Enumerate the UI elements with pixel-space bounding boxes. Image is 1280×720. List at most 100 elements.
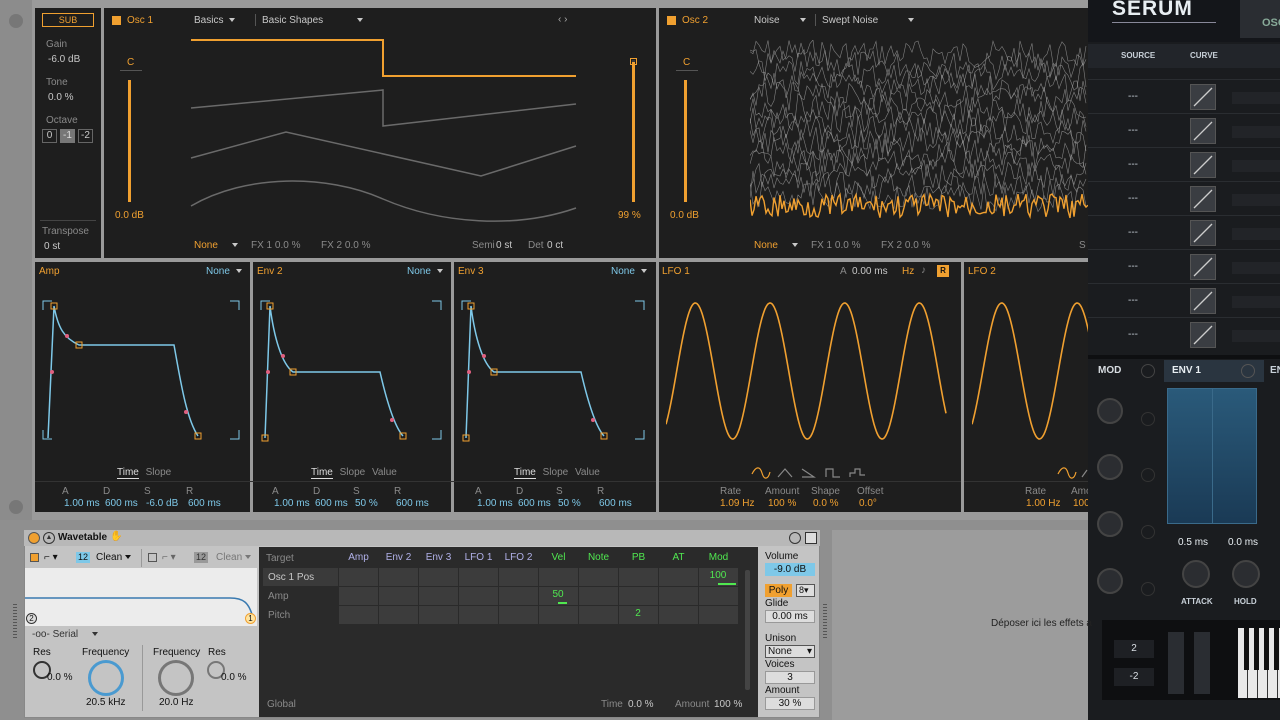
amp-r-value[interactable]: 600 ms xyxy=(188,498,221,509)
matrix-cell[interactable] xyxy=(419,587,458,605)
serum-osc-tab[interactable]: OSC xyxy=(1240,0,1280,38)
serum-mod-slot[interactable]: --- xyxy=(1088,79,1280,113)
matrix-value-osc1pos-mod[interactable]: 100 xyxy=(700,570,736,581)
lfo2-rate-value[interactable]: 1.00 Hz xyxy=(1026,498,1060,509)
osc1-wavetable-dropdown[interactable]: Basic Shapes xyxy=(262,15,364,26)
triangle-shape-icon[interactable] xyxy=(1081,469,1088,478)
matrix-cell[interactable] xyxy=(339,606,378,624)
filter-routing-dropdown[interactable]: -oo- Serial xyxy=(32,629,99,640)
matrix-cell[interactable] xyxy=(459,587,498,605)
osc2-category-dropdown[interactable]: Noise xyxy=(754,15,806,26)
lfo1-waveform-display[interactable] xyxy=(666,296,954,446)
unison-dropdown[interactable]: None ▾ xyxy=(765,645,815,658)
matrix-cell[interactable] xyxy=(379,606,418,624)
voices-value[interactable]: 3 xyxy=(765,671,815,684)
matrix-cell[interactable] xyxy=(539,568,578,586)
lfo1-shape-selector[interactable] xyxy=(750,466,868,480)
tab-slope[interactable]: Slope xyxy=(340,467,366,478)
mod-slot-amount[interactable] xyxy=(1232,160,1280,172)
curve-icon[interactable] xyxy=(1190,288,1216,314)
osc1-category-dropdown[interactable]: Basics xyxy=(194,15,236,26)
octave-minus1-button[interactable]: -1 xyxy=(60,129,75,143)
osc2-wavetable-dropdown[interactable]: Swept Noise xyxy=(822,15,915,26)
matrix-value-pitch-pb[interactable]: 2 xyxy=(620,608,656,619)
osc1-fx1[interactable]: FX 1 0.0 % xyxy=(251,240,300,251)
env-slope-handle[interactable] xyxy=(591,418,595,422)
glide-value[interactable]: 0.00 ms xyxy=(765,610,815,623)
osc2-fx2[interactable]: FX 2 0.0 % xyxy=(881,240,930,251)
device-fold-icon[interactable]: ▲ xyxy=(43,532,55,544)
osc1-mod-source-dropdown[interactable]: None xyxy=(194,240,238,251)
tone-value[interactable]: 0.0 % xyxy=(48,92,74,103)
matrix-cell[interactable] xyxy=(459,606,498,624)
env3-d-value[interactable]: 600 ms xyxy=(518,498,551,509)
env2-display[interactable] xyxy=(258,298,448,444)
slider-handle[interactable] xyxy=(630,58,637,65)
tab-time[interactable]: Time xyxy=(514,467,536,479)
osc2-gain-slider[interactable] xyxy=(684,80,687,202)
wavetable-nav-arrows[interactable]: ‹ › xyxy=(558,14,567,25)
tab-time[interactable]: Time xyxy=(311,467,333,479)
mod-slot-amount[interactable] xyxy=(1232,126,1280,138)
matrix-cell[interactable] xyxy=(419,568,458,586)
poly-button[interactable]: Poly xyxy=(765,584,792,597)
matrix-time-value[interactable]: 0.0 % xyxy=(628,699,654,710)
amp-s-value[interactable]: -6.0 dB xyxy=(146,498,178,509)
mod-slot-source[interactable]: --- xyxy=(1128,227,1138,238)
lfo2-waveform-display[interactable] xyxy=(972,296,1089,446)
env3-s-value[interactable]: 50 % xyxy=(558,498,581,509)
hold-knob[interactable] xyxy=(1232,560,1260,588)
filter1-shape-icon[interactable]: ⌐ ▾ xyxy=(44,552,58,563)
matrix-cell[interactable] xyxy=(419,606,458,624)
curve-icon[interactable] xyxy=(1190,220,1216,246)
mod-slot-source[interactable]: --- xyxy=(1128,295,1138,306)
matrix-scrollbar[interactable] xyxy=(745,570,750,690)
env2-r-value[interactable]: 600 ms xyxy=(396,498,429,509)
matrix-cell[interactable] xyxy=(499,587,538,605)
mod-slot-amount[interactable] xyxy=(1232,262,1280,274)
frequency2-knob[interactable] xyxy=(158,660,194,696)
serum-hold-value[interactable]: 0.0 ms xyxy=(1228,537,1258,548)
matrix-cell[interactable] xyxy=(659,568,698,586)
env-slope-handle[interactable] xyxy=(266,370,270,374)
serum-mod-slot[interactable]: --- xyxy=(1088,283,1280,317)
triangle-shape-icon[interactable] xyxy=(777,468,793,478)
mod-slot-amount[interactable] xyxy=(1232,92,1280,104)
mod-knob-2[interactable] xyxy=(1097,454,1123,480)
matrix-cell[interactable] xyxy=(579,587,618,605)
lfo1-offset-value[interactable]: 0.0° xyxy=(859,498,877,509)
filter2-enable-toggle[interactable] xyxy=(148,553,157,562)
env2-s-value[interactable]: 50 % xyxy=(355,498,378,509)
tab-env-next[interactable]: EN xyxy=(1270,365,1280,376)
env2-d-value[interactable]: 600 ms xyxy=(315,498,348,509)
curve-icon[interactable] xyxy=(1190,254,1216,280)
lfo1-a-value[interactable]: 0.00 ms xyxy=(852,266,888,277)
osc2-wavetable-display[interactable] xyxy=(750,40,1088,226)
octave-minus2-button[interactable]: -2 xyxy=(78,129,93,143)
mod-knob-3[interactable] xyxy=(1097,511,1123,537)
osc1-enable-toggle[interactable] xyxy=(112,16,121,25)
matrix-cell[interactable] xyxy=(699,606,738,624)
pitch-down-stepper[interactable]: -2 xyxy=(1114,668,1154,686)
mod-knob-1[interactable] xyxy=(1097,398,1123,424)
attack-knob[interactable] xyxy=(1182,560,1210,588)
serum-mod-slot[interactable]: --- xyxy=(1088,249,1280,283)
env2-mod-dropdown[interactable]: None xyxy=(407,266,443,277)
osc1-position-slider[interactable] xyxy=(632,60,635,202)
mod-slot-source[interactable]: --- xyxy=(1128,261,1138,272)
amp-env-mod-dropdown[interactable]: None xyxy=(206,266,242,277)
lfo1-shape-value[interactable]: 0.0 % xyxy=(813,498,839,509)
filter2-slope[interactable]: 12 xyxy=(194,552,208,563)
mod-slot-source[interactable]: --- xyxy=(1128,193,1138,204)
lfo1-amount-value[interactable]: 100 % xyxy=(768,498,796,509)
osc1-fx2[interactable]: FX 2 0.0 % xyxy=(321,240,370,251)
env-slope-handle[interactable] xyxy=(467,370,471,374)
mod-wheel[interactable] xyxy=(1194,632,1210,694)
osc1-gain-slider[interactable] xyxy=(128,80,131,202)
matrix-amount-value[interactable]: 100 % xyxy=(714,699,742,710)
lfo1-unit-toggle[interactable]: Hz xyxy=(902,266,914,277)
env-slope-handle[interactable] xyxy=(65,334,69,338)
env2-a-value[interactable]: 1.00 ms xyxy=(274,498,310,509)
sub-toggle[interactable]: SUB xyxy=(42,13,94,27)
square-shape-icon[interactable] xyxy=(825,468,840,478)
